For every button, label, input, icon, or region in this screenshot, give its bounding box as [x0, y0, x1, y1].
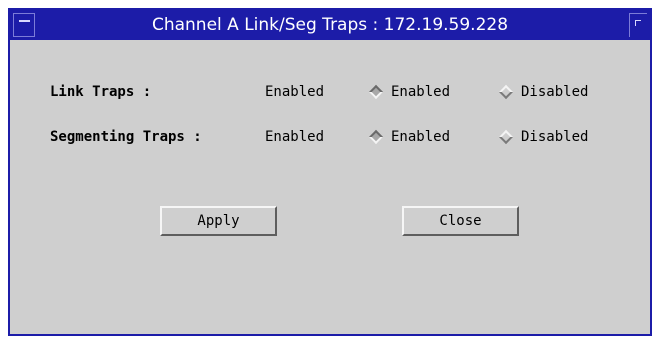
radio-label: Disabled: [521, 129, 589, 145]
dialog-window: Channel A Link/Seg Traps : 172.19.59.228…: [8, 8, 652, 336]
segmenting-traps-label: Segmenting Traps :: [50, 129, 202, 145]
radio-label: Enabled: [391, 84, 451, 100]
radio-selected-icon: [368, 84, 384, 100]
maximize-icon[interactable]: [629, 13, 647, 37]
link-traps-current-value: Enabled: [265, 84, 325, 100]
radio-label: Disabled: [521, 84, 589, 100]
radio-unselected-icon: [498, 129, 514, 145]
radio-unselected-icon: [498, 84, 514, 100]
apply-button[interactable]: Apply: [160, 206, 277, 236]
radio-selected-icon: [368, 129, 384, 145]
link-traps-row: Link Traps : Enabled Enabled Disabled: [10, 80, 650, 104]
title-bar[interactable]: Channel A Link/Seg Traps : 172.19.59.228: [10, 10, 650, 40]
close-button[interactable]: Close: [402, 206, 519, 236]
link-traps-label: Link Traps :: [50, 84, 152, 100]
segmenting-traps-row: Segmenting Traps : Enabled Enabled Disab…: [10, 125, 650, 149]
window-menu-icon[interactable]: [13, 13, 35, 37]
radio-label: Enabled: [391, 129, 451, 145]
segmenting-traps-current-value: Enabled: [265, 129, 325, 145]
window-title: Channel A Link/Seg Traps : 172.19.59.228: [151, 15, 509, 35]
